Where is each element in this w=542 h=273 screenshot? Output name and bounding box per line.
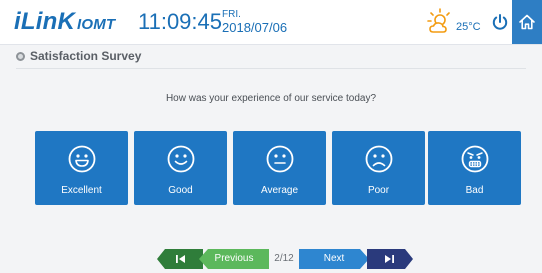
smile-face-icon xyxy=(167,145,195,173)
weather-widget: 25°C xyxy=(426,8,482,36)
rating-poor-button[interactable]: Poor xyxy=(332,131,425,205)
pagination: Previous 2/12 Next xyxy=(0,249,542,269)
home-icon xyxy=(519,14,535,30)
sad-face-icon xyxy=(365,145,393,173)
top-bar: iLinK IOMT 11:09:45 FRI. 2018/07/06 25°C xyxy=(0,0,542,45)
date: 2018/07/06 xyxy=(222,20,288,35)
logo-suffix: IOMT xyxy=(77,16,116,33)
date-display: FRI. 2018/07/06 xyxy=(222,9,287,35)
survey-screen: iLinK IOMT 11:09:45 FRI. 2018/07/06 25°C xyxy=(0,0,542,273)
previous-label: Previous xyxy=(214,253,254,264)
page-counter: 2/12 xyxy=(274,253,294,264)
skip-last-icon xyxy=(367,249,413,269)
temperature: 25°C xyxy=(456,21,481,33)
next-label: Next xyxy=(323,253,345,264)
section-heading: Satisfaction Survey xyxy=(16,48,141,64)
rating-label: Poor xyxy=(367,185,390,196)
rating-label: Excellent xyxy=(61,185,102,196)
rating-bad-button[interactable]: Bad xyxy=(428,131,521,205)
first-page-button[interactable] xyxy=(157,249,203,269)
section-title: Satisfaction Survey xyxy=(30,49,142,63)
next-button[interactable]: Next xyxy=(299,249,369,269)
rating-label: Bad xyxy=(465,185,484,196)
survey-question: How was your experience of our service t… xyxy=(165,93,377,104)
grin-face-icon xyxy=(68,145,96,173)
rating-average-button[interactable]: Average xyxy=(233,131,326,205)
weekday: FRI. xyxy=(222,9,241,20)
rating-good-button[interactable]: Good xyxy=(134,131,227,205)
power-button[interactable] xyxy=(488,0,512,44)
home-button[interactable] xyxy=(512,0,542,44)
rating-excellent-button[interactable]: Excellent xyxy=(35,131,128,205)
last-page-button[interactable] xyxy=(367,249,413,269)
rating-label: Average xyxy=(260,185,299,196)
neutral-face-icon xyxy=(266,145,294,173)
rating-label: Good xyxy=(168,185,193,196)
angry-face-icon xyxy=(461,145,489,173)
bullet-icon xyxy=(16,51,25,61)
app-logo: iLinK IOMT xyxy=(14,8,115,36)
power-icon xyxy=(492,14,508,30)
partly-sunny-icon xyxy=(427,8,450,33)
skip-first-icon xyxy=(157,249,203,269)
divider xyxy=(16,68,526,69)
rating-options: Excellent Good Average Poor Bad xyxy=(35,131,521,205)
previous-button[interactable]: Previous xyxy=(199,249,269,269)
logo-brand: iLinK xyxy=(14,8,75,35)
clock-time: 11:09:45 xyxy=(138,9,223,34)
